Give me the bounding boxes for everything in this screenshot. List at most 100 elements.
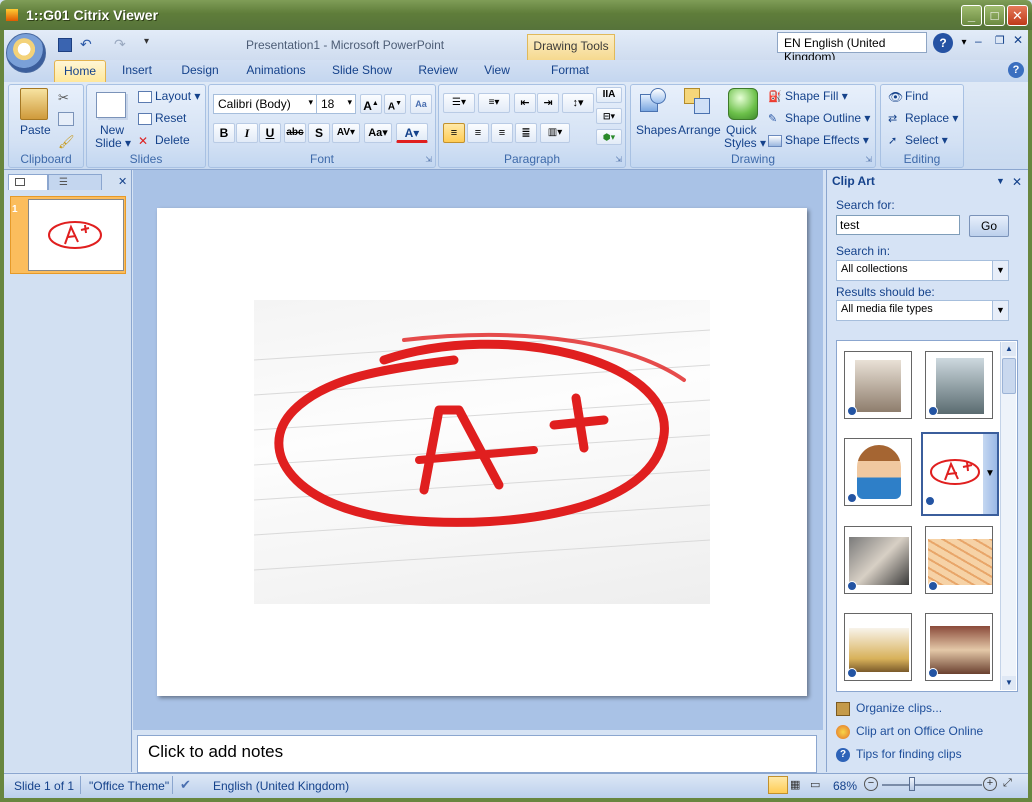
- paste-button[interactable]: Paste: [20, 123, 51, 137]
- clip-result[interactable]: [844, 526, 912, 594]
- font-dialog-launcher-icon[interactable]: ⇲: [425, 155, 432, 164]
- shape-effects-button[interactable]: Shape Effects ▾: [768, 133, 869, 147]
- normal-view-icon[interactable]: [768, 776, 788, 794]
- shrink-font-icon[interactable]: A▼: [384, 94, 406, 114]
- clip-result[interactable]: [844, 351, 912, 419]
- columns-icon[interactable]: ▥▾: [540, 123, 570, 143]
- slide-sorter-icon[interactable]: ▦: [790, 778, 800, 791]
- clear-format-icon[interactable]: Aa: [410, 94, 432, 114]
- justify-icon[interactable]: ≣: [515, 123, 537, 143]
- clip-result[interactable]: [925, 526, 993, 594]
- slide-thumbnail[interactable]: [28, 199, 124, 271]
- arrange-icon[interactable]: [684, 88, 714, 118]
- select-button[interactable]: ➚ Select ▾: [888, 133, 948, 147]
- tab-review[interactable]: Review: [410, 60, 466, 82]
- spell-check-icon[interactable]: ✔: [180, 777, 191, 793]
- font-size-select[interactable]: 18 ▾: [316, 94, 356, 114]
- ppt-close-button[interactable]: ✕: [1013, 33, 1023, 47]
- fit-to-window-icon[interactable]: ⤢: [1003, 777, 1012, 790]
- zoom-slider-thumb[interactable]: [909, 777, 915, 791]
- outline-tab[interactable]: ☰: [48, 174, 102, 190]
- font-color-icon[interactable]: A▾: [396, 123, 428, 143]
- tab-view[interactable]: View: [476, 60, 518, 82]
- decrease-indent-icon[interactable]: ⇤: [514, 93, 536, 113]
- quick-styles-icon[interactable]: [728, 88, 758, 120]
- strikethrough-icon[interactable]: abc: [284, 123, 306, 143]
- clip-result[interactable]: [925, 351, 993, 419]
- results-scrollbar[interactable]: ▲ ▼: [1000, 342, 1016, 690]
- grow-font-icon[interactable]: A▲: [360, 94, 382, 114]
- find-button[interactable]: 👁 Find: [888, 89, 928, 104]
- underline-icon[interactable]: U: [259, 123, 281, 143]
- search-input[interactable]: [836, 215, 960, 235]
- smartart-icon[interactable]: ⬢▾: [596, 129, 622, 145]
- qat-customize-icon[interactable]: ▾: [144, 36, 149, 47]
- slides-tab[interactable]: [8, 174, 48, 190]
- close-pane-icon[interactable]: ✕: [118, 175, 127, 188]
- new-slide-button[interactable]: Slide ▾: [95, 136, 131, 150]
- results-select[interactable]: All media file types ▼: [836, 300, 1009, 321]
- increase-indent-icon[interactable]: ⇥: [537, 93, 559, 113]
- character-spacing-icon[interactable]: AV▾: [332, 123, 360, 143]
- scroll-down-icon[interactable]: ▼: [1002, 676, 1016, 690]
- slide-show-icon[interactable]: ▭: [810, 778, 820, 791]
- quick-styles-label[interactable]: Quick: [726, 123, 757, 137]
- close-button[interactable]: ✕: [1007, 5, 1028, 26]
- slide-canvas[interactable]: [157, 208, 807, 696]
- lang-dropdown-icon[interactable]: ▾: [958, 33, 970, 53]
- clip-dropdown-icon[interactable]: ▼: [983, 434, 997, 514]
- align-right-icon[interactable]: ≡: [491, 123, 513, 143]
- ppt-restore-button[interactable]: ❐: [995, 34, 1005, 47]
- new-slide-icon[interactable]: [96, 92, 126, 118]
- ppt-minimize-button[interactable]: –: [975, 34, 982, 48]
- zoom-in-icon[interactable]: +: [983, 777, 997, 791]
- clip-result[interactable]: [844, 438, 912, 506]
- line-spacing-icon[interactable]: ↕▾: [562, 93, 594, 113]
- cut-icon[interactable]: ✂: [58, 90, 74, 105]
- tab-design[interactable]: Design: [174, 60, 226, 82]
- minimize-button[interactable]: _: [961, 5, 982, 26]
- tab-animations[interactable]: Animations: [240, 60, 312, 82]
- bullets-icon[interactable]: ☰▾: [443, 93, 475, 113]
- zoom-level[interactable]: 68%: [833, 779, 857, 793]
- notes-pane[interactable]: Click to add notes: [137, 735, 817, 773]
- tab-home[interactable]: Home: [54, 60, 106, 82]
- close-pane-icon[interactable]: ✕: [1012, 175, 1022, 189]
- zoom-slider-track[interactable]: [882, 784, 982, 786]
- layout-button[interactable]: Layout ▾: [138, 89, 200, 103]
- change-case-icon[interactable]: Aa▾: [364, 123, 392, 143]
- window-titlebar[interactable]: 1::G01 Citrix Viewer _ □ ✕: [0, 0, 1032, 30]
- arrange-button[interactable]: Arrange: [678, 123, 721, 137]
- maximize-button[interactable]: □: [984, 5, 1005, 26]
- paste-icon[interactable]: [20, 88, 48, 120]
- replace-button[interactable]: ⇄ Replace ▾: [888, 111, 958, 125]
- align-center-icon[interactable]: ≡: [467, 123, 489, 143]
- shapes-button[interactable]: Shapes: [636, 123, 677, 137]
- bold-icon[interactable]: B: [213, 123, 235, 143]
- shape-fill-button[interactable]: ⛽ Shape Fill ▾: [768, 89, 848, 103]
- copy-icon[interactable]: [58, 112, 74, 126]
- align-left-icon[interactable]: ≡: [443, 123, 465, 143]
- text-direction-icon[interactable]: IIA: [596, 87, 622, 103]
- search-in-select[interactable]: All collections ▼: [836, 260, 1009, 281]
- grade-picture[interactable]: [253, 300, 711, 604]
- numbering-icon[interactable]: ≡▾: [478, 93, 510, 113]
- clip-result[interactable]: [844, 613, 912, 681]
- scroll-up-icon[interactable]: ▲: [1002, 342, 1016, 356]
- clip-result-selected[interactable]: ▼: [921, 432, 999, 516]
- zoom-out-icon[interactable]: −: [864, 777, 878, 791]
- shape-outline-button[interactable]: ✎ Shape Outline ▾: [768, 111, 870, 125]
- help-icon[interactable]: ?: [933, 33, 953, 53]
- organize-clips-link[interactable]: Organize clips...: [836, 701, 942, 716]
- undo-icon[interactable]: ↶: [80, 36, 92, 53]
- reset-button[interactable]: Reset: [138, 111, 186, 125]
- go-button[interactable]: Go: [969, 215, 1009, 237]
- office-button[interactable]: [6, 33, 46, 73]
- pane-menu-icon[interactable]: ▼: [996, 176, 1005, 186]
- italic-icon[interactable]: I: [236, 123, 258, 143]
- drawing-dialog-launcher-icon[interactable]: ⇲: [865, 155, 872, 164]
- scroll-thumb[interactable]: [1002, 358, 1016, 394]
- office-online-link[interactable]: Clip art on Office Online: [836, 724, 983, 739]
- status-language[interactable]: English (United Kingdom): [213, 779, 349, 793]
- new-slide-label[interactable]: New: [100, 123, 124, 137]
